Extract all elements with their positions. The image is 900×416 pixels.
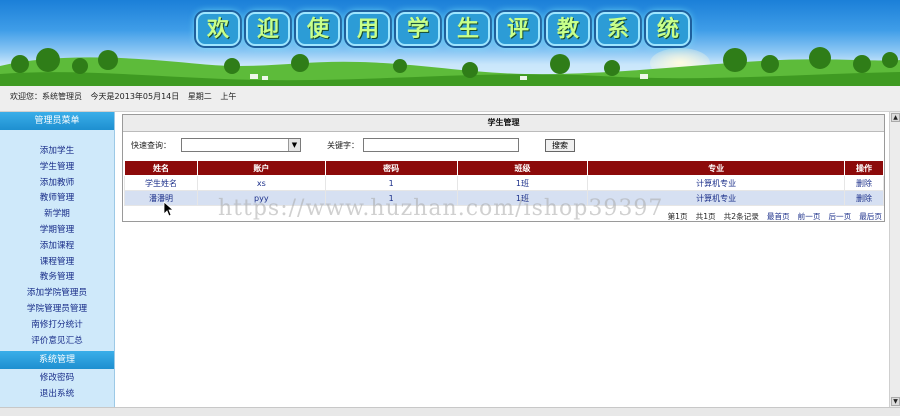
pager-prev-button[interactable]: 前一页 — [798, 211, 821, 222]
sidebar-item-term-manage[interactable]: 学期管理 — [0, 223, 114, 239]
cell-account: xs — [196, 175, 326, 191]
column-header-account: 账户 — [196, 160, 326, 176]
sidebar-item-logout[interactable]: 退出系统 — [0, 387, 114, 403]
column-header-password: 密码 — [324, 160, 458, 176]
sidebar-item-new-term[interactable]: 新学期 — [0, 207, 114, 223]
keyword-input[interactable] — [363, 138, 519, 152]
sidebar-item-add-student[interactable]: 添加学生 — [0, 144, 114, 160]
banner-title: 欢 迎 使 用 学 生 评 教 系 统 — [196, 12, 690, 46]
banner-char: 系 — [596, 12, 640, 46]
pager-first-button[interactable]: 最首页 — [767, 211, 790, 222]
cell-password: 1 — [324, 175, 458, 191]
weekday-text: 星期二 — [187, 92, 212, 101]
banner-char: 统 — [646, 12, 690, 46]
cell-major: 计算机专业 — [587, 175, 845, 191]
sidebar-item-score-stats[interactable]: 南修打分统计 — [0, 318, 114, 334]
sidebar-header: 管理员菜单 — [0, 112, 114, 130]
search-button[interactable]: 搜索 — [545, 138, 575, 152]
pager-total-records: 共2条记录 — [723, 212, 759, 221]
table-header-row: 姓名 账户 密码 班级 专业 操作 — [124, 160, 884, 176]
cell-name: 潘潘明 — [124, 190, 198, 206]
bottom-strip — [0, 407, 900, 416]
banner-char: 学 — [396, 12, 440, 46]
cell-class: 1班 — [456, 175, 589, 191]
vertical-scrollbar[interactable]: ▲ ▼ — [889, 112, 900, 407]
banner-char: 用 — [346, 12, 390, 46]
welcome-text: 欢迎您：系统管理员 — [10, 92, 82, 101]
search-row: 快速查询： ▼ 关键字： 搜索 — [131, 137, 575, 153]
welcome-line: 欢迎您：系统管理员 今天是2013年05月14日 星期二 上午 — [10, 91, 242, 102]
column-header-class: 班级 — [456, 160, 589, 176]
banner-char: 使 — [296, 12, 340, 46]
banner-char: 教 — [546, 12, 590, 46]
delete-link[interactable]: 删除 — [844, 190, 884, 206]
sidebar-menu: 添加学生 学生管理 添加教师 教师管理 新学期 学期管理 添加课程 课程管理 教… — [0, 130, 114, 349]
mouse-cursor-icon — [163, 201, 173, 217]
sidebar: 管理员菜单 添加学生 学生管理 添加教师 教师管理 新学期 学期管理 添加课程 … — [0, 112, 115, 407]
sidebar-item-change-password[interactable]: 修改密码 — [0, 371, 114, 387]
sidebar-item-add-course[interactable]: 添加课程 — [0, 239, 114, 255]
info-bar: 欢迎您：系统管理员 今天是2013年05月14日 星期二 上午 — [0, 86, 900, 112]
column-header-name: 姓名 — [124, 160, 198, 176]
delete-link[interactable]: 删除 — [844, 175, 884, 191]
quick-query-label: 快速查询： — [131, 140, 171, 150]
pager-current-page: 第1页 — [667, 212, 688, 221]
chevron-down-icon[interactable]: ▼ — [288, 139, 300, 151]
pager-last-button[interactable]: 最后页 — [859, 211, 882, 222]
column-header-action: 操作 — [844, 160, 884, 176]
column-header-major: 专业 — [587, 160, 845, 176]
sidebar-item-teacher-manage[interactable]: 教师管理 — [0, 191, 114, 207]
sidebar-item-student-manage[interactable]: 学生管理 — [0, 160, 114, 176]
banner-char: 迎 — [246, 12, 290, 46]
table-row: 学生姓名 xs 1 1班 计算机专业 删除 — [124, 175, 884, 191]
watermark-text: https://www.huzhan.com/ishop39397 — [218, 196, 664, 221]
site-banner: 欢 迎 使 用 学 生 评 教 系 统 — [0, 0, 900, 86]
panel-title: 学生管理 — [123, 115, 884, 132]
sidebar-item-academic-affairs[interactable]: 教务管理 — [0, 270, 114, 286]
quick-query-select[interactable]: ▼ — [181, 138, 301, 152]
sidebar-item-add-teacher[interactable]: 添加教师 — [0, 176, 114, 192]
date-text: 今天是2013年05月14日 — [90, 92, 180, 101]
pagination: 第1页 共1页 共2条记录 最首页 前一页 后一页 最后页 — [668, 211, 882, 222]
sidebar-item-add-college-admin[interactable]: 添加学院管理员 — [0, 286, 114, 302]
banner-char: 生 — [446, 12, 490, 46]
scroll-up-icon[interactable]: ▲ — [891, 113, 900, 122]
keyword-label: 关键字： — [327, 140, 359, 150]
scroll-down-icon[interactable]: ▼ — [891, 397, 900, 406]
period-text: 上午 — [220, 92, 237, 101]
banner-char: 欢 — [196, 12, 240, 46]
sidebar-item-college-admin-manage[interactable]: 学院管理员管理 — [0, 302, 114, 318]
sidebar-item-feedback-summary[interactable]: 评价意见汇总 — [0, 334, 114, 350]
sidebar-section-system: 系统管理 — [0, 351, 114, 370]
cell-name: 学生姓名 — [124, 175, 198, 191]
pager-next-button[interactable]: 后一页 — [828, 211, 851, 222]
banner-char: 评 — [496, 12, 540, 46]
sidebar-item-course-manage[interactable]: 课程管理 — [0, 255, 114, 271]
pager-total-pages: 共1页 — [695, 212, 716, 221]
